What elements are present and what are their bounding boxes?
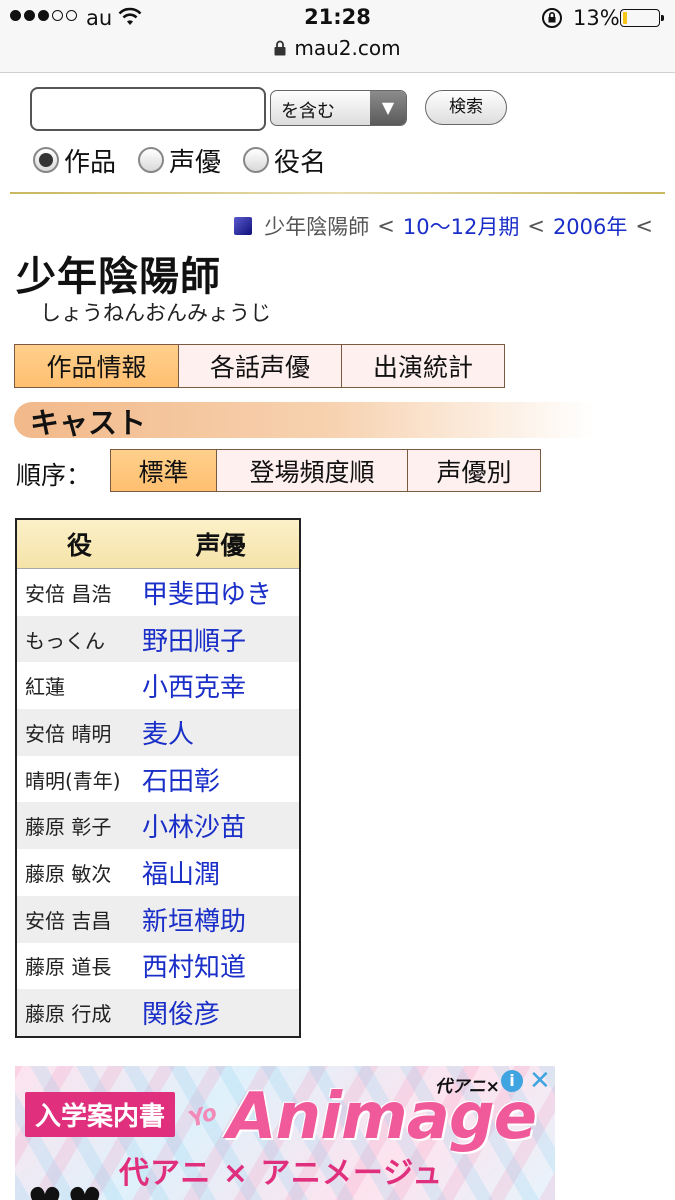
cast-role: 晴明(青年)	[25, 768, 121, 793]
radio-work[interactable]: 作品	[33, 142, 116, 179]
cast-role: もっくん	[25, 628, 105, 653]
order-tab-by-actor[interactable]: 声優別	[407, 449, 541, 492]
order-label: 順序：	[16, 461, 92, 490]
table-row: 藤原 行成 関俊彦	[17, 989, 299, 1036]
url-bar[interactable]: mau2.com	[0, 36, 675, 73]
table-header-row: 役 声優	[17, 520, 299, 569]
breadcrumb-separator: <	[635, 214, 653, 238]
radio-label: 作品	[64, 147, 117, 178]
lock-icon	[274, 37, 286, 61]
search-button[interactable]: 検索	[425, 90, 507, 125]
breadcrumb: 少年陰陽師 < 10〜12月期 < 2006年 <	[234, 211, 661, 241]
order-tab-frequency[interactable]: 登場頻度順	[216, 449, 408, 492]
table-row: 安倍 晴明 麦人	[17, 709, 299, 756]
cast-role: 紅蓮	[25, 675, 65, 700]
radio-label: 声優	[169, 147, 222, 178]
table-row: 安倍 昌浩 甲斐田ゆき	[17, 569, 299, 616]
cast-role: 安倍 晴明	[25, 721, 112, 746]
section-heading: キャスト	[14, 402, 594, 440]
table-row: 晴明(青年) 石田彰	[17, 756, 299, 803]
search-target-radio-group: 作品 声優 役名	[33, 142, 348, 179]
section-heading-text: キャスト	[30, 406, 147, 440]
page-title: 少年陰陽師	[16, 254, 221, 300]
ad-brand: 代アニ×	[435, 1077, 500, 1097]
voice-actor-link[interactable]: 福山潤	[142, 854, 220, 891]
close-icon[interactable]: ✕	[529, 1066, 551, 1096]
breadcrumb-current: 少年陰陽師	[264, 215, 370, 239]
status-bar: au 21:28 13%	[0, 0, 675, 36]
cast-role: 藤原 敏次	[25, 861, 112, 886]
tab-episode-cast[interactable]: 各話声優	[178, 344, 342, 388]
battery-percent: 13%	[573, 6, 620, 30]
table-row: もっくん 野田順子	[17, 615, 299, 663]
voice-actor-link[interactable]: 関俊彦	[142, 994, 220, 1031]
title-reading: しょうねんおんみょうじ	[40, 301, 271, 325]
square-bullet-icon	[234, 217, 253, 235]
radio-button-icon[interactable]	[138, 147, 165, 173]
radio-voice-actor[interactable]: 声優	[138, 142, 221, 179]
voice-actor-link[interactable]: 麦人	[142, 714, 194, 751]
column-header-role: 役	[66, 531, 92, 560]
cast-role: 安倍 昌浩	[25, 581, 112, 606]
cast-table: 役 声優 安倍 昌浩 甲斐田ゆき もっくん 野田順子 紅蓮 小西克幸 安倍 晴明 麦人 晴明(青…	[15, 518, 301, 1038]
breadcrumb-separator: <	[527, 214, 545, 238]
table-row: 藤原 道長 西村知道	[17, 943, 299, 990]
cast-role: 藤原 彰子	[25, 815, 112, 840]
rotation-lock-icon	[541, 7, 563, 34]
order-tab-standard[interactable]: 標準	[110, 449, 217, 492]
radio-label: 役名	[274, 147, 327, 178]
voice-actor-link[interactable]: 石田彰	[142, 761, 220, 798]
voice-actor-link[interactable]: 新垣樽助	[142, 901, 246, 938]
cast-role: 藤原 行成	[25, 1002, 112, 1027]
voice-actor-link[interactable]: 西村知道	[142, 947, 246, 984]
battery-icon	[620, 9, 664, 27]
order-tabs: 標準 登場頻度順 声優別	[110, 449, 541, 492]
table-row: 紅蓮 小西克幸	[17, 662, 299, 709]
heart-icon: ♥♥	[27, 1180, 107, 1200]
breadcrumb-separator: <	[377, 214, 395, 238]
table-row: 藤原 彰子 小林沙苗	[17, 802, 299, 850]
table-row: 藤原 敏次 福山潤	[17, 849, 299, 896]
cast-role: 安倍 吉昌	[25, 908, 112, 933]
voice-actor-link[interactable]: 野田順子	[142, 621, 246, 658]
info-icon[interactable]: i	[501, 1070, 523, 1092]
tab-appearance-stats[interactable]: 出演統計	[341, 344, 505, 388]
radio-button-icon[interactable]	[243, 147, 270, 173]
voice-actor-link[interactable]: 甲斐田ゆき	[142, 574, 272, 611]
breadcrumb-link-season[interactable]: 10〜12月期	[403, 211, 519, 241]
search-mode-value: を含む	[281, 101, 335, 122]
tab-work-info[interactable]: 作品情報	[14, 344, 179, 388]
ad-badge: 入学案内書	[25, 1092, 176, 1137]
dropdown-arrow-icon: ▼	[370, 91, 406, 125]
ad-subtitle: 代アニ × アニメージュ	[119, 1156, 444, 1191]
ad-banner[interactable]: 入学案内書 Yo Animage 代アニ× i ✕ 代アニ × アニメージュ ♥…	[15, 1066, 555, 1200]
table-row: 安倍 吉昌 新垣樽助	[17, 895, 299, 943]
url-domain: mau2.com	[294, 36, 401, 60]
radio-role[interactable]: 役名	[243, 142, 326, 179]
column-header-voice-actor: 声優	[195, 531, 246, 560]
cast-role: 藤原 道長	[25, 955, 112, 980]
voice-actor-link[interactable]: 小西克幸	[142, 667, 246, 704]
voice-actor-link[interactable]: 小林沙苗	[142, 807, 246, 844]
breadcrumb-link-year[interactable]: 2006年	[553, 211, 627, 241]
table-body: 安倍 昌浩 甲斐田ゆきもっくん 野田順子紅蓮 小西克幸安倍 晴明 麦人 晴明(青年) 石田彰…	[17, 569, 299, 1036]
main-tabs: 作品情報 各話声優 出演統計	[14, 344, 505, 388]
search-mode-select[interactable]: を含む ▼	[270, 90, 407, 126]
search-input[interactable]	[30, 87, 266, 131]
divider	[10, 192, 665, 194]
radio-button-checked-icon[interactable]	[33, 147, 59, 173]
